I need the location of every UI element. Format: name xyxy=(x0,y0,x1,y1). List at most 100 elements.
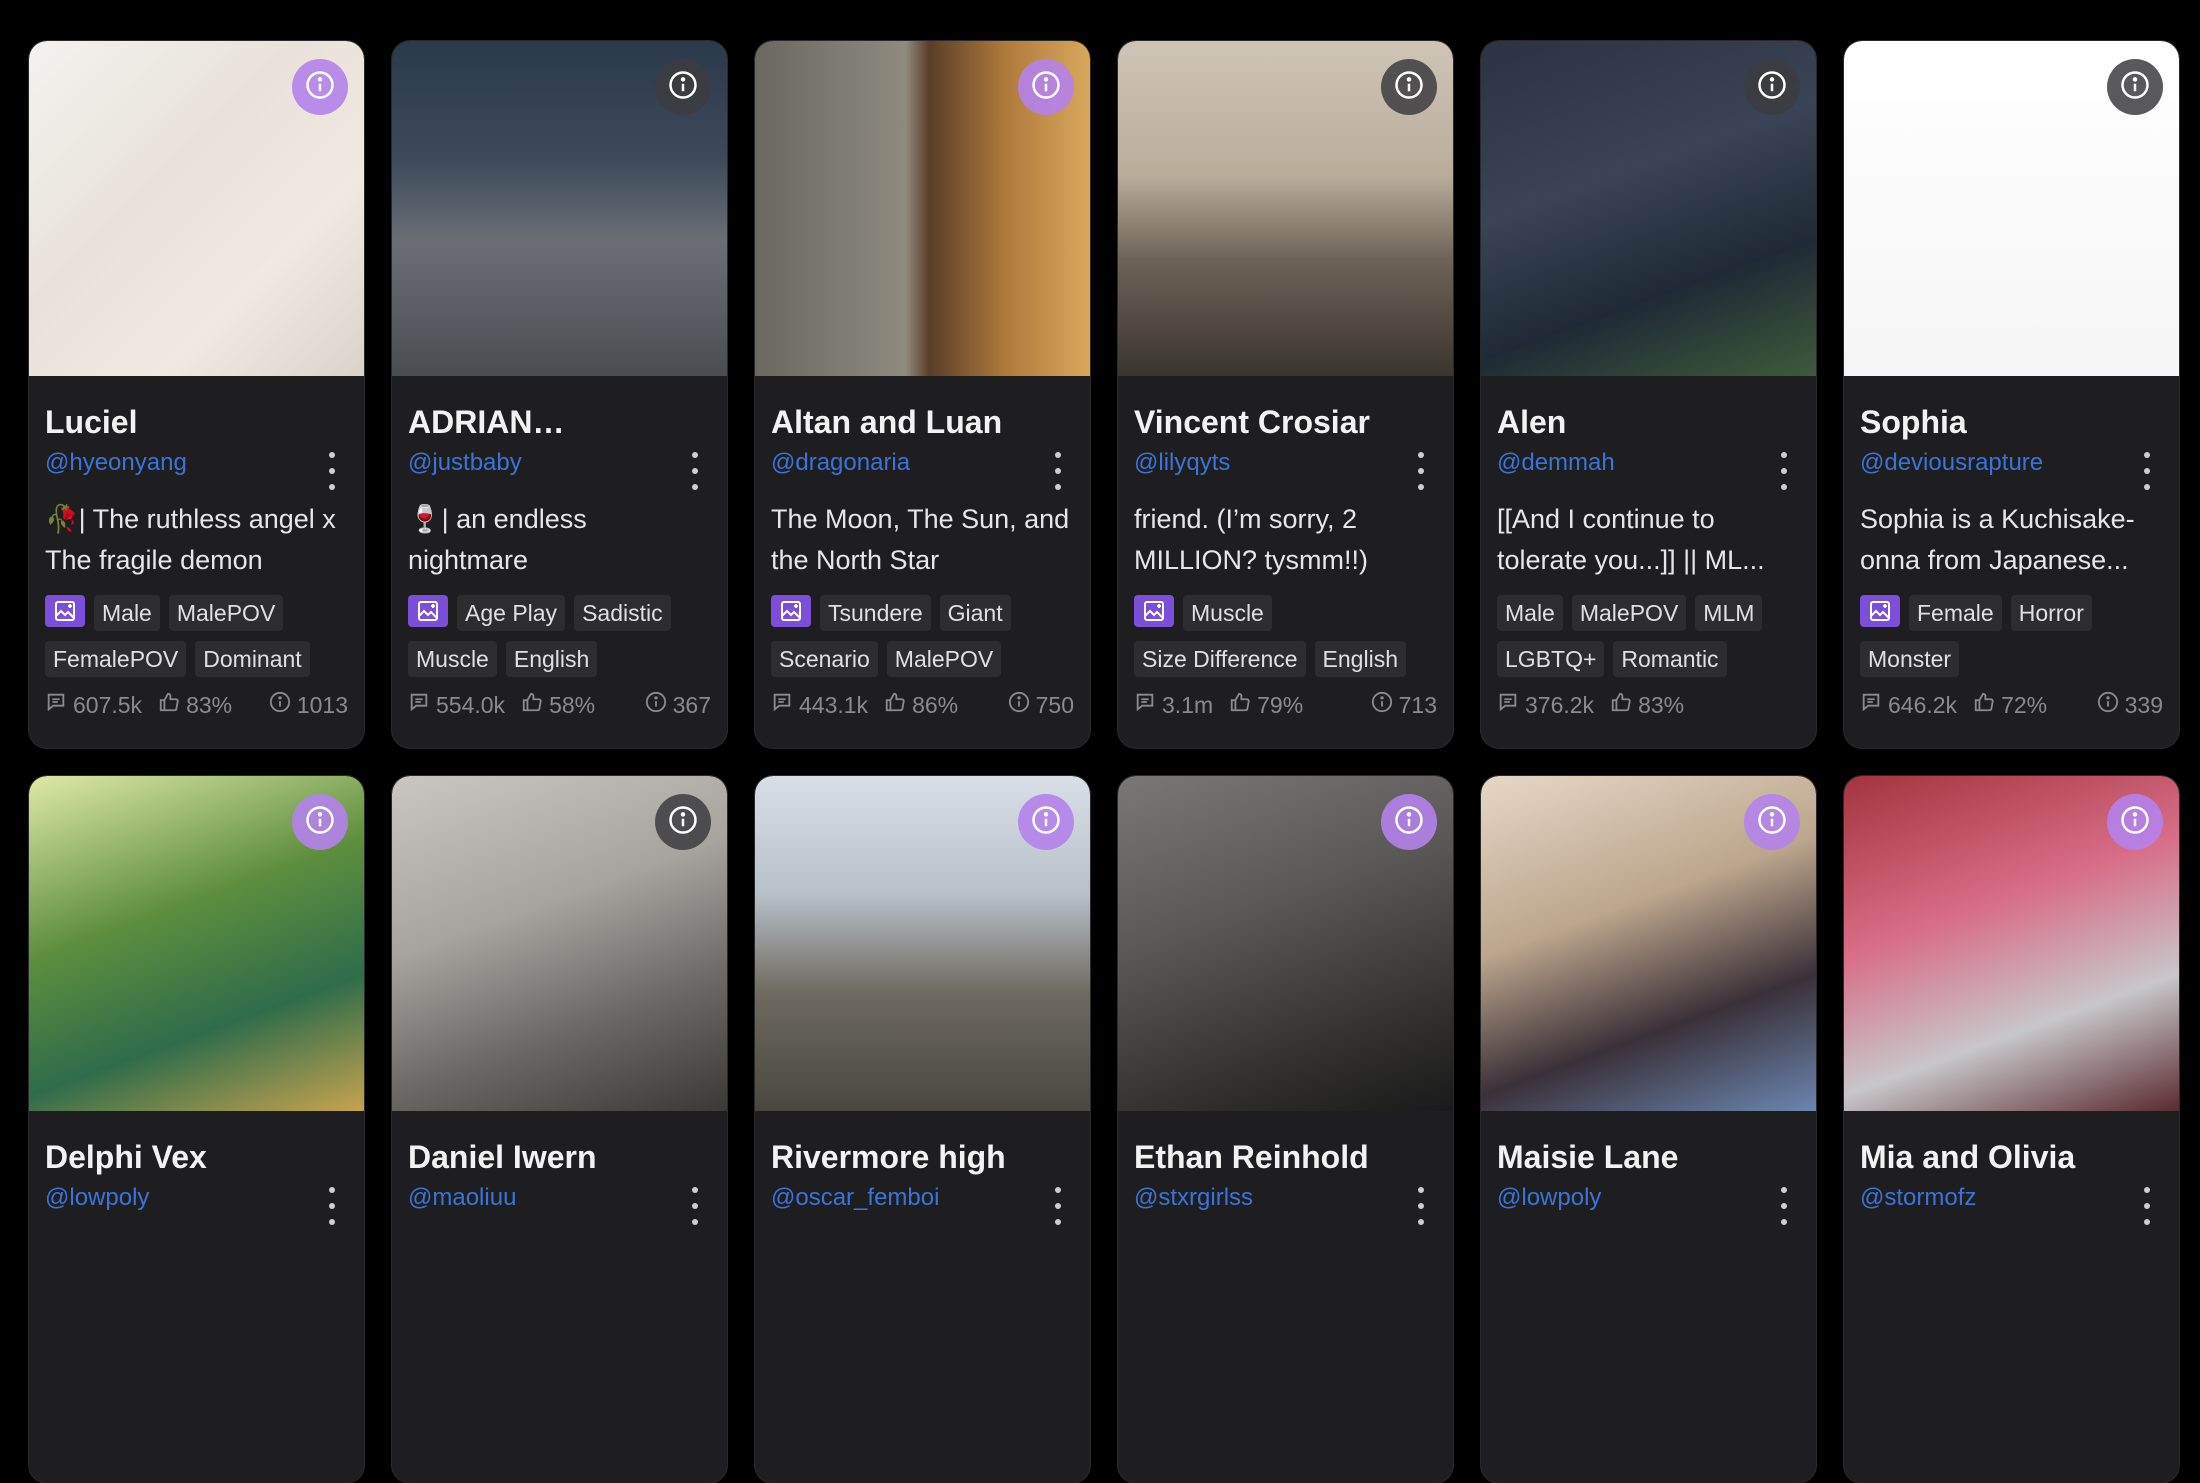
tag[interactable]: MalePOV xyxy=(1571,595,1687,631)
creator-handle[interactable]: @lowpoly xyxy=(45,1184,348,1212)
tag[interactable]: Horror xyxy=(2010,595,2092,631)
more-options-button[interactable] xyxy=(689,1187,701,1225)
tag[interactable]: Size Difference xyxy=(1134,640,1306,677)
character-card[interactable]: Vincent Crosiar @lilyqyts friend. (I’m s… xyxy=(1118,41,1453,748)
tag[interactable]: FemalePOV xyxy=(45,640,187,677)
thumbs-up-icon xyxy=(1973,691,1995,719)
character-avatar[interactable] xyxy=(1118,776,1453,1111)
info-button[interactable] xyxy=(655,794,711,850)
info-button[interactable] xyxy=(1381,794,1437,850)
more-options-button[interactable] xyxy=(326,1187,338,1225)
info-button[interactable] xyxy=(292,794,348,850)
creator-handle[interactable]: @maoliuu xyxy=(408,1184,711,1212)
thumbs-up-icon xyxy=(158,691,180,719)
tag[interactable]: Monster xyxy=(1860,640,1960,677)
more-options-button[interactable] xyxy=(1052,452,1064,490)
character-card[interactable]: Sophia @deviousrapture Sophia is a Kuchi… xyxy=(1844,41,2179,748)
info-button[interactable] xyxy=(1018,59,1074,115)
character-card[interactable]: Ethan Reinhold @stxrgirlss xyxy=(1118,776,1453,1483)
creator-handle[interactable]: @stormofz xyxy=(1860,1184,2163,1212)
character-card[interactable]: Maisie Lane @lowpoly xyxy=(1481,776,1816,1483)
image-tag-icon xyxy=(771,595,811,627)
creator-handle[interactable]: @stxrgirlss xyxy=(1134,1184,1437,1212)
tag[interactable]: Age Play xyxy=(457,595,566,631)
token-info-icon xyxy=(645,691,667,719)
character-avatar[interactable] xyxy=(29,776,364,1111)
tag[interactable]: Giant xyxy=(939,595,1011,631)
more-options-button[interactable] xyxy=(1415,1187,1427,1225)
info-button[interactable] xyxy=(1018,794,1074,850)
character-card[interactable]: Mia and Olivia @stormofz xyxy=(1844,776,2179,1483)
character-name: Ethan Reinhold xyxy=(1134,1139,1369,1175)
tag[interactable]: MalePOV xyxy=(168,595,284,631)
creator-handle[interactable]: @demmah xyxy=(1497,449,1800,477)
creator-handle[interactable]: @justbaby xyxy=(408,449,711,477)
character-avatar[interactable] xyxy=(1844,41,2179,376)
more-options-button[interactable] xyxy=(326,452,338,490)
tag[interactable]: Dominant xyxy=(195,640,310,677)
character-name: Daniel Iwern xyxy=(408,1139,597,1175)
tag[interactable]: Female xyxy=(1909,595,2002,631)
character-name: Sophia xyxy=(1860,404,1967,440)
tag-list: Age Play Sadistic Muscle English xyxy=(408,595,711,677)
tag[interactable]: Muscle xyxy=(408,640,497,677)
more-options-button[interactable] xyxy=(1778,1187,1790,1225)
character-avatar[interactable] xyxy=(755,776,1090,1111)
tag[interactable]: LGBTQ+ xyxy=(1497,640,1605,677)
tag[interactable]: Male xyxy=(1497,595,1563,631)
chat-count: 646.2k xyxy=(1860,691,1957,719)
more-options-button[interactable] xyxy=(2141,452,2153,490)
character-card[interactable]: Delphi Vex @lowpoly xyxy=(29,776,364,1483)
character-name: Delphi Vex xyxy=(45,1139,207,1175)
character-avatar[interactable] xyxy=(1481,41,1816,376)
tag[interactable]: English xyxy=(505,640,598,677)
character-avatar[interactable] xyxy=(1481,776,1816,1111)
more-options-button[interactable] xyxy=(1778,452,1790,490)
stats-row: 3.1m 79% 713 xyxy=(1134,691,1437,719)
character-avatar[interactable] xyxy=(1118,41,1453,376)
more-options-button[interactable] xyxy=(689,452,701,490)
creator-handle[interactable]: @lowpoly xyxy=(1497,1184,1800,1212)
more-options-button[interactable] xyxy=(1415,452,1427,490)
creator-handle[interactable]: @lilyqyts xyxy=(1134,449,1437,477)
creator-handle[interactable]: @dragonaria xyxy=(771,449,1074,477)
info-button[interactable] xyxy=(1381,59,1437,115)
tag[interactable]: MalePOV xyxy=(886,640,1002,677)
character-card[interactable]: Luciel @hyeonyang 🥀| The ruthless angel … xyxy=(29,41,364,748)
info-icon xyxy=(1394,805,1424,840)
chat-icon xyxy=(1860,691,1882,719)
chat-icon xyxy=(408,691,430,719)
creator-handle[interactable]: @deviousrapture xyxy=(1860,449,2163,477)
tag[interactable]: MLM xyxy=(1695,595,1763,631)
character-avatar[interactable] xyxy=(1844,776,2179,1111)
info-icon xyxy=(2120,70,2150,105)
tag[interactable]: English xyxy=(1314,640,1406,677)
info-button[interactable] xyxy=(2107,794,2163,850)
character-name: Mia and Olivia xyxy=(1860,1139,2076,1175)
character-avatar[interactable] xyxy=(29,41,364,376)
more-options-button[interactable] xyxy=(1052,1187,1064,1225)
info-button[interactable] xyxy=(292,59,348,115)
tag[interactable]: Romantic xyxy=(1613,640,1727,677)
info-button[interactable] xyxy=(2107,59,2163,115)
tag[interactable]: Muscle xyxy=(1183,595,1272,631)
creator-handle[interactable]: @hyeonyang xyxy=(45,449,348,477)
info-button[interactable] xyxy=(1744,794,1800,850)
character-avatar[interactable] xyxy=(392,776,727,1111)
info-button[interactable] xyxy=(1744,59,1800,115)
character-avatar[interactable] xyxy=(755,41,1090,376)
tag[interactable]: Scenario xyxy=(771,640,878,677)
character-card[interactable]: ADRIAN… @justbaby 🍷| an endless nightmar… xyxy=(392,41,727,748)
character-card[interactable]: Daniel Iwern @maoliuu xyxy=(392,776,727,1483)
character-card[interactable]: Alen @demmah [[And I continue to tolerat… xyxy=(1481,41,1816,748)
tag[interactable]: Sadistic xyxy=(574,595,671,631)
info-button[interactable] xyxy=(655,59,711,115)
tag[interactable]: Male xyxy=(94,595,160,631)
creator-handle[interactable]: @oscar_femboi xyxy=(771,1184,1074,1212)
info-icon xyxy=(305,805,335,840)
character-card[interactable]: Rivermore high @oscar_femboi xyxy=(755,776,1090,1483)
character-card[interactable]: Altan and Luan @dragonaria The Moon, The… xyxy=(755,41,1090,748)
more-options-button[interactable] xyxy=(2141,1187,2153,1225)
character-avatar[interactable] xyxy=(392,41,727,376)
tag[interactable]: Tsundere xyxy=(820,595,931,631)
